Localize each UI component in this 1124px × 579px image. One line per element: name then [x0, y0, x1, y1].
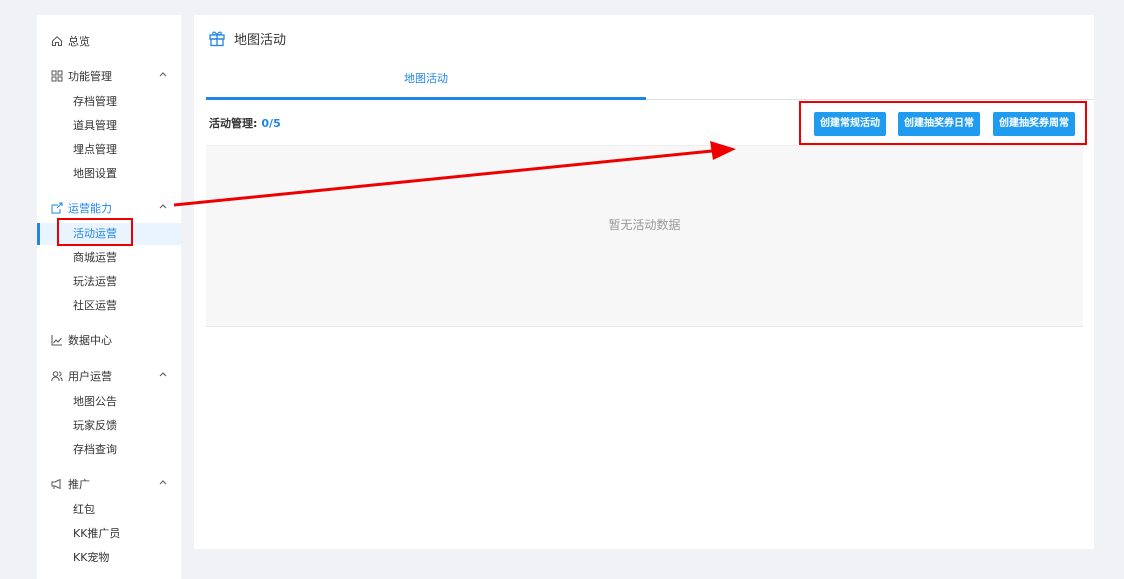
page-header: 地图活动: [208, 27, 286, 49]
sidebar-group-feature-management[interactable]: 功能管理: [37, 65, 181, 87]
chevron-up-icon[interactable]: [157, 68, 169, 80]
sidebar-item[interactable]: KK宠物: [37, 547, 181, 569]
users-icon: [51, 370, 63, 382]
sidebar-item[interactable]: 存档管理: [37, 91, 181, 113]
home-icon: [51, 35, 63, 47]
sidebar-group-label: 运营能力: [68, 202, 112, 215]
sidebar-item[interactable]: 地图设置: [37, 163, 181, 185]
create-lottery-weekly-button[interactable]: 创建抽奖券周常: [993, 112, 1075, 136]
sidebar-item[interactable]: 社区运营: [37, 295, 181, 317]
sidebar-group-label: 数据中心: [68, 334, 112, 347]
sidebar-group-label: 用户运营: [68, 370, 112, 383]
create-regular-activity-button[interactable]: 创建常规活动: [814, 112, 886, 136]
grid-icon: [51, 70, 63, 82]
sidebar-item[interactable]: 地图公告: [37, 391, 181, 413]
sidebar-group-label: 推广: [68, 478, 90, 491]
chart-icon: [51, 334, 63, 346]
empty-state-text: 暂无活动数据: [608, 218, 681, 232]
empty-state: 暂无活动数据: [206, 146, 1083, 327]
sidebar-item-label: 总览: [68, 35, 90, 48]
sidebar-item-overview[interactable]: 总览: [37, 30, 181, 52]
sidebar-item[interactable]: 玩法运营: [37, 271, 181, 293]
chevron-up-icon[interactable]: [157, 476, 169, 488]
create-lottery-daily-button[interactable]: 创建抽奖券日常: [898, 112, 980, 136]
gift-icon: [209, 31, 225, 47]
sidebar-item[interactable]: 红包: [37, 499, 181, 521]
sidebar-item[interactable]: 玩家反馈: [37, 415, 181, 437]
sidebar: 总览 功能管理 存档管理 道具管理 埋点管理 地图设置 运营能力 活动运营 商城…: [37, 15, 181, 579]
sidebar-group-operations[interactable]: 运营能力: [37, 197, 181, 219]
tab-bar: 地图活动: [206, 65, 1094, 100]
sidebar-item[interactable]: 商城运营: [37, 247, 181, 269]
sidebar-item[interactable]: 道具管理: [37, 115, 181, 137]
sidebar-item-data-center[interactable]: 数据中心: [37, 329, 181, 351]
activity-count-label: 活动管理: 0/5: [209, 115, 281, 131]
megaphone-icon: [51, 478, 63, 490]
chevron-up-icon[interactable]: [157, 200, 169, 212]
activity-count: 0/5: [261, 117, 281, 130]
annotation-box-buttons: 创建常规活动 创建抽奖券日常 创建抽奖券周常: [799, 101, 1087, 145]
sidebar-item[interactable]: KK推广员: [37, 523, 181, 545]
sidebar-item[interactable]: 埋点管理: [37, 139, 181, 161]
activity-toolbar: 活动管理: 0/5 创建常规活动 创建抽奖券日常 创建抽奖券周常: [206, 99, 1087, 146]
tab-map-activity[interactable]: 地图活动: [206, 65, 646, 97]
sidebar-group-user-ops[interactable]: 用户运营: [37, 365, 181, 387]
sidebar-item[interactable]: 存档查询: [37, 439, 181, 461]
chevron-up-icon[interactable]: [157, 368, 169, 380]
main-panel: 地图活动 地图活动 活动管理: 0/5 创建常规活动 创建抽奖券日常 创建抽奖券周…: [194, 15, 1094, 549]
activity-label: 活动管理:: [209, 117, 258, 130]
sidebar-group-label: 功能管理: [68, 70, 112, 83]
page-title: 地图活动: [234, 32, 287, 48]
share-icon: [51, 202, 63, 214]
annotation-box-sidebar: [57, 218, 133, 246]
sidebar-group-promotion[interactable]: 推广: [37, 473, 181, 495]
